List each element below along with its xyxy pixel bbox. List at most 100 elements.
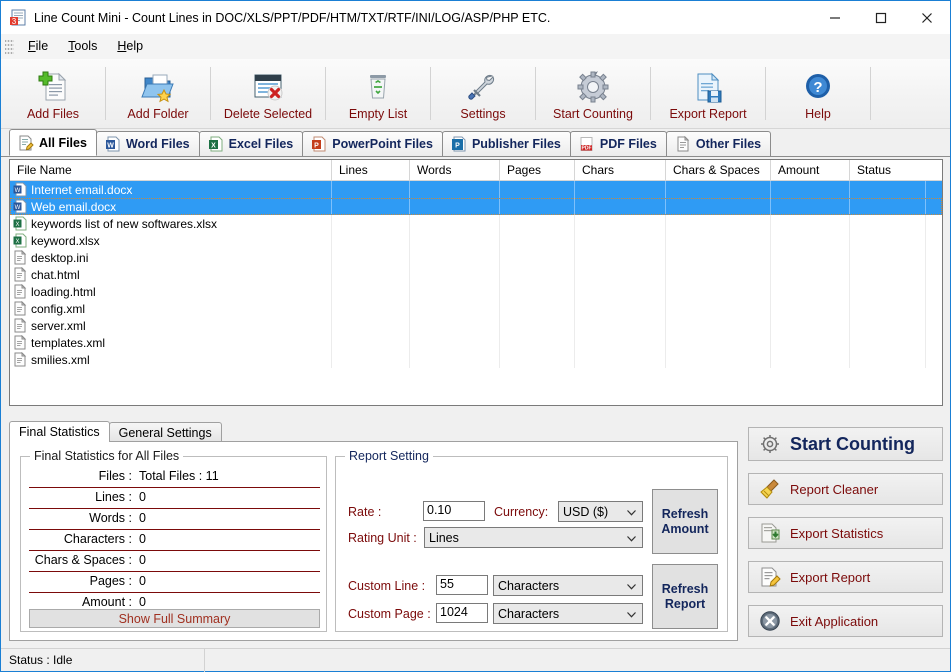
toolbar-label: Start Counting bbox=[553, 107, 633, 121]
tab-word-files[interactable]: W Word Files bbox=[95, 131, 200, 156]
table-row[interactable]: W Web email.docx bbox=[10, 198, 942, 215]
refresh-amount-button[interactable]: Refresh Amount bbox=[652, 489, 718, 554]
generic-file-icon bbox=[13, 317, 27, 333]
custom-line-label: Custom Line : bbox=[348, 579, 426, 593]
tab-publisher-files[interactable]: P Publisher Files bbox=[441, 131, 571, 156]
cell-file-name: W Web email.docx bbox=[10, 198, 332, 215]
cell-amount bbox=[771, 317, 850, 334]
cell-file-name: chat.html bbox=[10, 266, 332, 283]
stat-value: 0 bbox=[139, 511, 146, 525]
tab-excel-files[interactable]: X Excel Files bbox=[198, 131, 304, 156]
stat-label: Chars & Spaces : bbox=[34, 553, 132, 567]
toolbar-start-counting[interactable]: Start Counting bbox=[536, 59, 650, 128]
table-row[interactable]: Xkeywords list of new softwares.xlsx bbox=[10, 215, 942, 232]
svg-text:W: W bbox=[107, 143, 114, 150]
table-row[interactable]: chat.html bbox=[10, 266, 942, 283]
tab-other-files[interactable]: Other Files bbox=[665, 131, 772, 156]
column-header-status[interactable]: Status bbox=[850, 160, 926, 180]
custom-line-input[interactable]: 55 bbox=[436, 575, 488, 595]
column-header-pages[interactable]: Pages bbox=[500, 160, 575, 180]
maximize-button[interactable] bbox=[858, 1, 904, 34]
cell-chars-spaces bbox=[666, 232, 771, 249]
svg-text:3: 3 bbox=[12, 17, 17, 26]
file-list[interactable]: File Name Lines Words Pages Chars Chars … bbox=[9, 159, 943, 406]
column-header-chars-spaces[interactable]: Chars & Spaces bbox=[666, 160, 771, 180]
refresh-report-line1: Refresh bbox=[661, 581, 709, 596]
cell-status bbox=[850, 181, 926, 198]
menu-grip-handle[interactable] bbox=[5, 38, 14, 55]
export-statistics-button[interactable]: Export Statistics bbox=[748, 517, 943, 549]
file-name-text: Internet email.docx bbox=[31, 182, 133, 197]
column-header-amount[interactable]: Amount bbox=[771, 160, 850, 180]
tab-pdf-files[interactable]: PDF PDF Files bbox=[569, 131, 667, 156]
cell-file-name: loading.html bbox=[10, 283, 332, 300]
toolbar-add-files[interactable]: Add Files bbox=[1, 59, 105, 128]
empty-list-icon bbox=[360, 70, 396, 104]
export-report-button[interactable]: Export Report bbox=[748, 561, 943, 593]
export-report-icon bbox=[690, 70, 726, 104]
rate-input[interactable]: 0.10 bbox=[423, 501, 485, 521]
cell-file-name: config.xml bbox=[10, 300, 332, 317]
table-row[interactable]: W Internet email.docx bbox=[10, 181, 942, 198]
word-icon: W bbox=[13, 182, 27, 197]
svg-text:W: W bbox=[15, 205, 21, 211]
toolbar-export-report[interactable]: Export Report bbox=[651, 59, 765, 128]
final-statistics-groupbox: Final Statistics for All Files Files : T… bbox=[20, 449, 327, 632]
custom-line-unit-select[interactable]: Characters bbox=[493, 575, 643, 596]
refresh-report-button[interactable]: Refresh Report bbox=[652, 564, 718, 629]
tab-powerpoint-files[interactable]: P PowerPoint Files bbox=[302, 131, 443, 156]
toolbar-label: Settings bbox=[460, 107, 506, 121]
report-cleaner-button[interactable]: Report Cleaner bbox=[748, 473, 943, 505]
rating-unit-value: Lines bbox=[429, 530, 459, 545]
table-row[interactable]: desktop.ini bbox=[10, 249, 942, 266]
main-toolbar: Add Files Add Folder Delete Selected Emp… bbox=[1, 59, 950, 129]
add-files-icon bbox=[35, 70, 71, 104]
show-full-summary-button[interactable]: Show Full Summary bbox=[29, 609, 320, 628]
svg-text:PDF: PDF bbox=[581, 146, 591, 152]
file-name-text: keywords list of new softwares.xlsx bbox=[31, 216, 218, 231]
cell-words bbox=[410, 266, 500, 283]
column-header-words[interactable]: Words bbox=[410, 160, 500, 180]
menu-item-tools[interactable]: Tools bbox=[58, 36, 107, 57]
rating-unit-select[interactable]: Lines bbox=[424, 527, 643, 548]
cell-lines bbox=[332, 317, 410, 334]
custom-page-unit-select[interactable]: Characters bbox=[493, 603, 643, 624]
cell-chars bbox=[575, 198, 666, 215]
tab-all-files[interactable]: All Files bbox=[9, 129, 97, 156]
cell-lines bbox=[332, 266, 410, 283]
table-row[interactable]: loading.html bbox=[10, 283, 942, 300]
toolbar-settings[interactable]: Settings bbox=[431, 59, 535, 128]
file-name-text: Web email.docx bbox=[31, 199, 117, 214]
cell-lines bbox=[332, 198, 410, 215]
menu-item-file[interactable]: FFileile bbox=[18, 36, 58, 57]
table-row[interactable]: Xkeyword.xlsx bbox=[10, 232, 942, 249]
currency-select[interactable]: USD ($) bbox=[558, 501, 643, 522]
cell-lines bbox=[332, 215, 410, 232]
column-header-chars[interactable]: Chars bbox=[575, 160, 666, 180]
export-report-icon bbox=[759, 566, 781, 588]
minimize-button[interactable] bbox=[812, 1, 858, 34]
custom-page-input[interactable]: 1024 bbox=[436, 603, 488, 623]
toolbar-empty-list[interactable]: Empty List bbox=[326, 59, 430, 128]
close-button[interactable] bbox=[904, 1, 950, 34]
settings-icon bbox=[465, 70, 501, 104]
column-header-file-name[interactable]: File Name bbox=[10, 160, 332, 180]
toolbar-add-folder[interactable]: Add Folder bbox=[106, 59, 210, 128]
tab-general-settings[interactable]: General Settings bbox=[108, 422, 222, 442]
report-setting-groupbox: Report Setting Rate : 0.10 Currency: USD… bbox=[335, 449, 728, 632]
table-row[interactable]: config.xml bbox=[10, 300, 942, 317]
tab-label: Word Files bbox=[125, 137, 190, 151]
table-row[interactable]: server.xml bbox=[10, 317, 942, 334]
toolbar-help[interactable]: ? Help bbox=[766, 59, 870, 128]
exit-application-button[interactable]: Exit Application bbox=[748, 605, 943, 637]
column-header-lines[interactable]: Lines bbox=[332, 160, 410, 180]
table-row[interactable]: templates.xml bbox=[10, 334, 942, 351]
start-counting-button[interactable]: Start Counting bbox=[748, 427, 943, 461]
menu-item-help[interactable]: Help bbox=[107, 36, 153, 57]
tab-final-statistics[interactable]: Final Statistics bbox=[9, 421, 110, 442]
cell-chars-spaces bbox=[666, 266, 771, 283]
toolbar-label: Export Report bbox=[669, 107, 747, 121]
stat-row-characters: Characters : 0 bbox=[29, 530, 320, 551]
toolbar-delete-selected[interactable]: Delete Selected bbox=[211, 59, 325, 128]
table-row[interactable]: smilies.xml bbox=[10, 351, 942, 368]
